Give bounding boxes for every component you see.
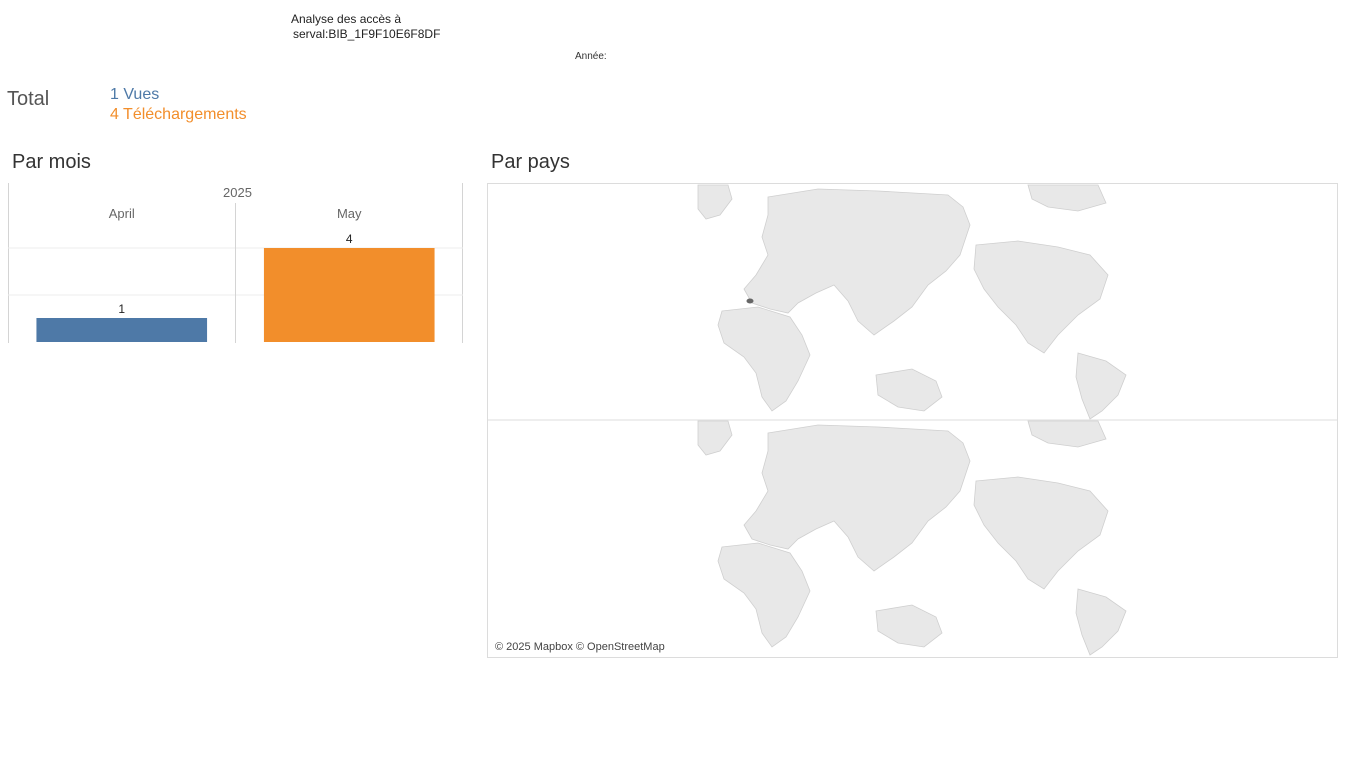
data-label-april: 1 xyxy=(118,302,125,316)
bar-april xyxy=(36,318,208,342)
month-label-may: May xyxy=(337,206,362,221)
report-title-line2: serval:BIB_1F9F10E6F8DF xyxy=(293,27,441,41)
monthly-bar-chart-svg: 2025 April 1 May 4 xyxy=(8,183,463,343)
year-filter-label[interactable]: Année: xyxy=(575,51,607,62)
data-label-may: 4 xyxy=(346,232,353,246)
views-total: 1 Vues xyxy=(110,86,160,103)
total-label: Total xyxy=(7,88,50,110)
report-title: Analyse des accès à serval:BIB_1F9F10E6F… xyxy=(291,12,440,42)
month-label-april: April xyxy=(109,206,135,221)
highlight-country-switzerland xyxy=(746,298,754,304)
map-attribution: © 2025 Mapbox © OpenStreetMap xyxy=(495,641,665,653)
country-section-title: Par pays xyxy=(491,151,570,173)
downloads-total: 4 Téléchargements xyxy=(110,106,247,123)
world-map-icon[interactable] xyxy=(488,184,1337,657)
report-title-line1: Analyse des accès à xyxy=(291,12,402,26)
year-header: 2025 xyxy=(223,185,252,200)
country-map[interactable]: © 2025 Mapbox © OpenStreetMap xyxy=(487,183,1338,658)
monthly-section-title: Par mois xyxy=(12,151,91,173)
map-panel-downloads xyxy=(697,420,1128,656)
map-panel-views xyxy=(697,184,1128,420)
monthly-bar-chart: 2025 April 1 May 4 xyxy=(8,183,463,343)
bar-may xyxy=(263,248,435,342)
